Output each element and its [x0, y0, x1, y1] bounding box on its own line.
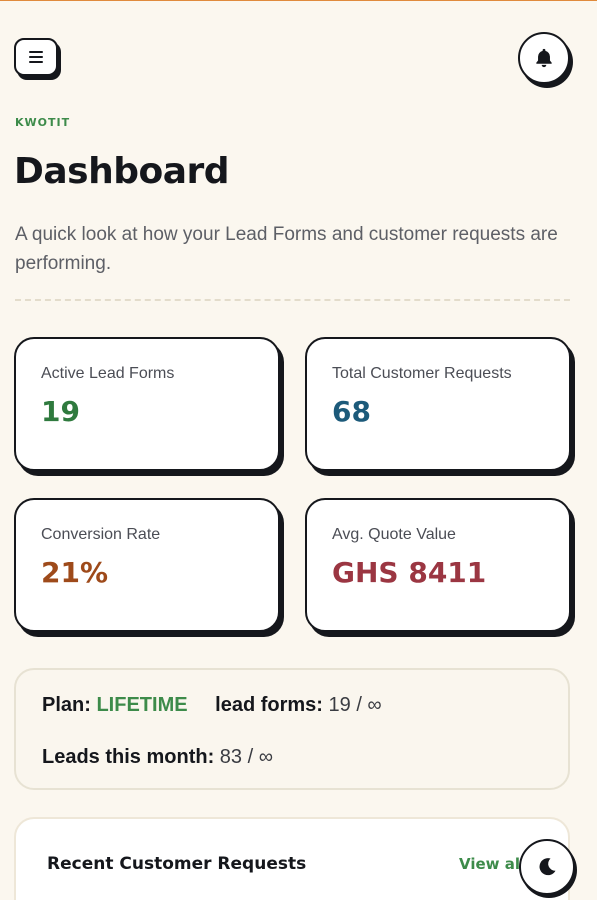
- plan-label: Plan:: [42, 694, 91, 716]
- section-divider: [15, 299, 570, 301]
- page-subtitle: A quick look at how your Lead Forms and …: [15, 224, 558, 274]
- menu-icon: [29, 51, 43, 63]
- stat-label: Active Lead Forms: [41, 365, 175, 382]
- notifications-button[interactable]: [518, 32, 570, 84]
- brand-label: KWOTIT: [15, 116, 71, 129]
- stat-value: 68: [332, 395, 371, 428]
- leads-row: Leads this month: 83 / ∞: [42, 746, 273, 769]
- plan-summary: Plan: LIFETIME lead forms: 19 / ∞ Leads …: [14, 668, 570, 790]
- stat-card-active-lead-forms: Active Lead Forms 19: [14, 337, 280, 471]
- recent-requests-title: Recent Customer Requests: [47, 854, 307, 874]
- leads-month-value: 83 / ∞: [219, 746, 273, 768]
- stat-value: 19: [41, 395, 80, 428]
- stat-value: GHS 8411: [332, 556, 487, 589]
- recent-requests-panel: Recent Customer Requests View all: [14, 817, 570, 900]
- plan-row: Plan: LIFETIME lead forms: 19 / ∞: [42, 694, 382, 717]
- stat-label: Conversion Rate: [41, 526, 161, 543]
- stat-card-total-customer-requests: Total Customer Requests 68: [305, 337, 571, 471]
- stat-value: 21%: [41, 556, 109, 589]
- moon-icon: [539, 858, 556, 876]
- lead-forms-label: lead forms:: [215, 694, 323, 716]
- theme-toggle-button[interactable]: [519, 839, 575, 895]
- lead-forms-value: 19 / ∞: [328, 694, 382, 716]
- stat-label: Avg. Quote Value: [332, 526, 456, 543]
- bell-icon: [536, 48, 552, 68]
- stat-card-avg-quote-value: Avg. Quote Value GHS 8411: [305, 498, 571, 632]
- menu-button[interactable]: [14, 38, 58, 76]
- page-title: Dashboard: [14, 151, 230, 192]
- view-all-link[interactable]: View all: [459, 855, 525, 873]
- leads-month-label: Leads this month:: [42, 746, 215, 768]
- stat-card-conversion-rate: Conversion Rate 21%: [14, 498, 280, 632]
- plan-value: LIFETIME: [96, 694, 188, 716]
- stat-label: Total Customer Requests: [332, 365, 512, 382]
